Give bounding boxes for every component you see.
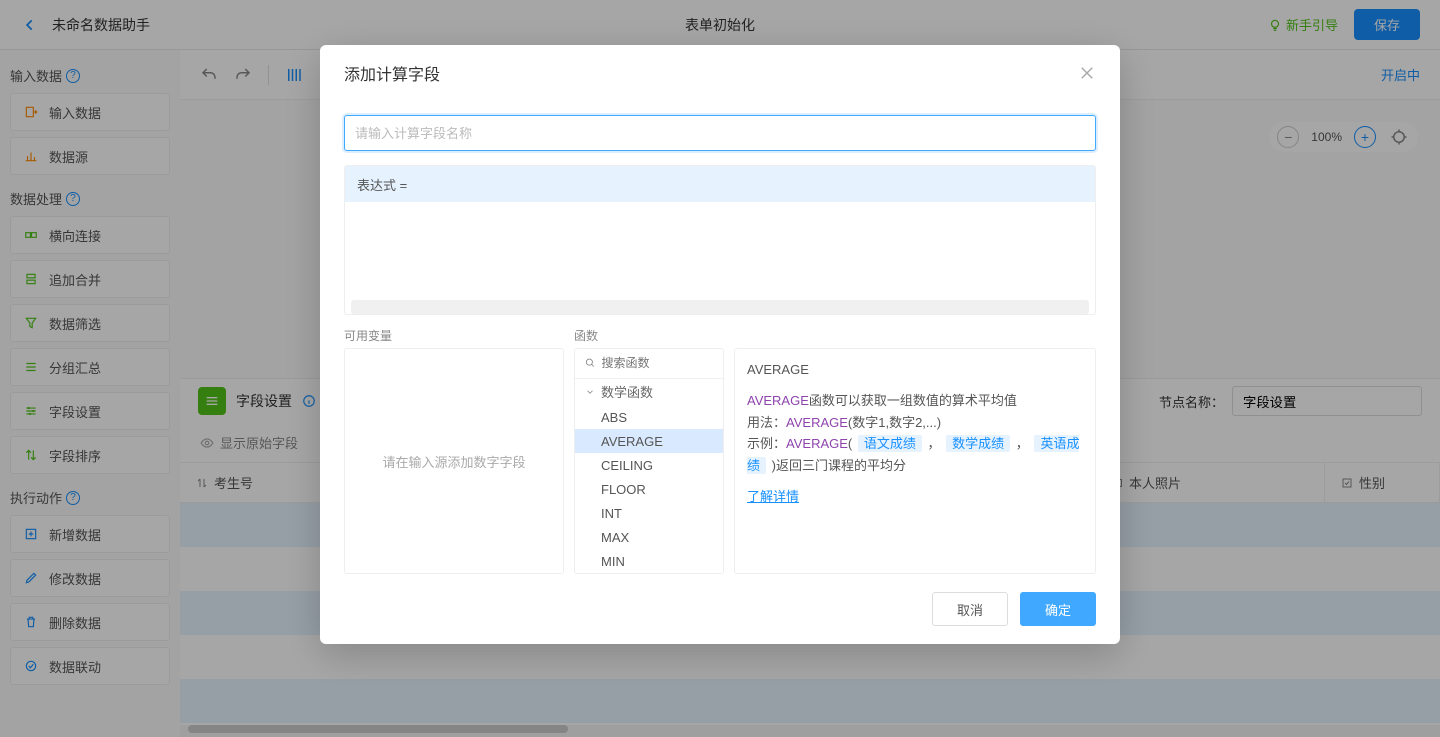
- function-item-min[interactable]: MIN: [575, 549, 723, 573]
- close-icon: [1078, 64, 1096, 82]
- functions-label: 函数: [574, 327, 724, 344]
- close-button[interactable]: [1078, 64, 1096, 82]
- variables-empty-text: 请在输入源添加数字字段: [382, 452, 525, 471]
- function-description: AVERAGE AVERAGE函数可以获取一组数值的算术平均值 用法：AVERA…: [734, 348, 1096, 574]
- learn-more-link[interactable]: 了解详情: [747, 486, 799, 507]
- function-item-int[interactable]: INT: [575, 501, 723, 525]
- chevron-down-icon: [585, 387, 595, 397]
- modal-title: 添加计算字段: [344, 61, 440, 85]
- functions-list: 数学函数 ABSAVERAGECEILINGFLOORINTMAXMIN: [574, 348, 724, 574]
- add-calc-field-modal: 添加计算字段 表达式 = 可用变量 函数 请在输入源添加数字字段: [320, 45, 1120, 644]
- function-item-abs[interactable]: ABS: [575, 405, 723, 429]
- expression-editor[interactable]: [345, 202, 1095, 300]
- function-item-average[interactable]: AVERAGE: [575, 429, 723, 453]
- variables-list: 请在输入源添加数字字段: [344, 348, 564, 574]
- function-item-floor[interactable]: FLOOR: [575, 477, 723, 501]
- ok-button[interactable]: 确定: [1020, 592, 1096, 626]
- function-item-max[interactable]: MAX: [575, 525, 723, 549]
- expression-scrollbar[interactable]: [351, 300, 1089, 314]
- func-title: AVERAGE: [747, 359, 1083, 380]
- expression-box: 表达式 =: [344, 165, 1096, 315]
- field-name-input[interactable]: [344, 115, 1096, 151]
- function-item-ceiling[interactable]: CEILING: [575, 453, 723, 477]
- search-icon: [585, 357, 595, 369]
- variables-label: 可用变量: [344, 327, 574, 344]
- expression-label: 表达式 =: [345, 166, 1095, 202]
- function-search: [575, 349, 723, 379]
- cancel-button[interactable]: 取消: [932, 592, 1008, 626]
- modal-overlay[interactable]: 添加计算字段 表达式 = 可用变量 函数 请在输入源添加数字字段: [0, 0, 1440, 737]
- function-search-input[interactable]: [601, 356, 713, 370]
- function-category[interactable]: 数学函数: [575, 379, 723, 405]
